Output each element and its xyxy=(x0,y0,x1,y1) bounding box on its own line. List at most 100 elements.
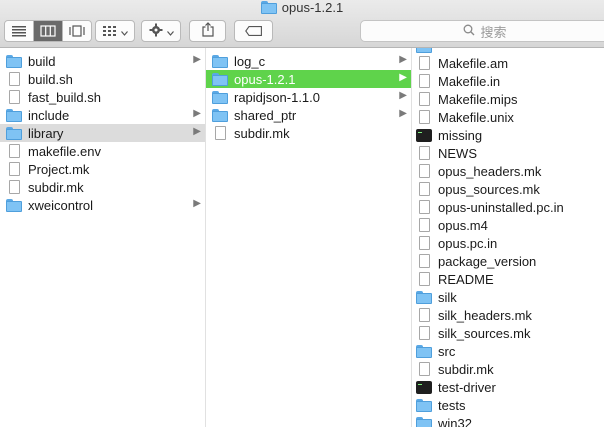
list-item[interactable]: makefile.env xyxy=(0,142,205,160)
list-item[interactable]: library ▶ xyxy=(0,124,205,142)
list-item[interactable]: opus_headers.mk xyxy=(412,162,604,180)
list-item[interactable]: NEWS xyxy=(412,144,604,162)
executable-icon xyxy=(416,128,432,142)
window-title: opus-1.2.1 xyxy=(0,0,604,18)
list-item[interactable]: test-driver xyxy=(412,378,604,396)
list-view-icon[interactable] xyxy=(5,21,33,41)
list-item[interactable]: subdir.mk xyxy=(206,124,411,142)
column-view-icon[interactable] xyxy=(33,21,62,41)
share-icon xyxy=(201,22,214,40)
item-name: silk_headers.mk xyxy=(438,307,532,323)
column-2: log_c ▶ opus-1.2.1 ▶ rapidjson-1.1.0 ▶ shared_… xyxy=(206,48,412,427)
view-mode-segmented-control[interactable] xyxy=(4,20,92,42)
action-button[interactable] xyxy=(141,20,181,42)
list-item[interactable]: opus_sources.mk xyxy=(412,180,604,198)
column-1: build ▶ build.sh fast_build.sh include ▶ libra… xyxy=(0,48,206,427)
list-item[interactable]: shared_ptr ▶ xyxy=(206,106,411,124)
list-item[interactable]: build.sh xyxy=(0,70,205,88)
list-item[interactable]: src xyxy=(412,342,604,360)
item-name: makefile.env xyxy=(28,143,101,159)
document-icon xyxy=(419,362,430,376)
list-item[interactable]: include ▶ xyxy=(0,106,205,124)
item-name: NEWS xyxy=(438,145,477,161)
list-item[interactable]: tests xyxy=(412,396,604,414)
finder-toolbar: opus-1.2.1 搜索 xyxy=(0,0,604,48)
list-item[interactable]: silk_sources.mk xyxy=(412,324,604,342)
document-icon xyxy=(419,110,430,124)
document-icon xyxy=(419,74,430,88)
chevron-right-icon: ▶ xyxy=(193,126,201,137)
folder-icon xyxy=(6,126,22,140)
item-name: library xyxy=(28,125,64,141)
item-name: README xyxy=(438,271,494,287)
list-item[interactable]: subdir.mk xyxy=(412,360,604,378)
chevron-right-icon: ▶ xyxy=(399,108,407,119)
share-button[interactable] xyxy=(189,20,226,42)
list-item[interactable]: Makefile.unix xyxy=(412,108,604,126)
chevron-right-icon: ▶ xyxy=(399,54,407,65)
item-name: include xyxy=(28,107,70,123)
item-name: build.sh xyxy=(28,71,73,87)
item-name: silk_sources.mk xyxy=(438,325,531,341)
list-item[interactable]: xweicontrol ▶ xyxy=(0,196,205,214)
search-field[interactable]: 搜索 xyxy=(360,20,604,42)
item-name: opus.pc.in xyxy=(438,235,498,251)
list-item[interactable]: log_c ▶ xyxy=(206,52,411,70)
folder-icon xyxy=(416,48,432,53)
window-title-text: opus-1.2.1 xyxy=(281,0,344,15)
list-item[interactable]: opus-1.2.1 ▶ xyxy=(206,70,411,88)
item-name: xweicontrol xyxy=(28,197,94,213)
folder-icon xyxy=(212,108,228,122)
chevron-right-icon: ▶ xyxy=(193,108,201,119)
item-name: package_version xyxy=(438,253,537,269)
chevron-right-icon: ▶ xyxy=(399,72,407,83)
list-item[interactable]: win32 xyxy=(412,414,604,427)
item-name: tests xyxy=(438,397,466,413)
list-item[interactable]: build ▶ xyxy=(0,52,205,70)
cover-flow-icon[interactable] xyxy=(62,21,91,41)
list-item[interactable]: silk xyxy=(412,288,604,306)
list-item[interactable]: fast_build.sh xyxy=(0,88,205,106)
list-item[interactable]: rapidjson-1.1.0 ▶ xyxy=(206,88,411,106)
list-item[interactable]: missing xyxy=(412,126,604,144)
folder-icon xyxy=(416,344,432,358)
list-item[interactable]: opus-uninstalled.pc.in xyxy=(412,198,604,216)
item-name: test-driver xyxy=(438,379,496,395)
document-icon xyxy=(419,326,430,340)
item-name: subdir.mk xyxy=(234,125,290,141)
document-icon xyxy=(419,146,430,160)
document-icon xyxy=(419,254,430,268)
chevron-right-icon: ▶ xyxy=(399,90,407,101)
search-placeholder: 搜索 xyxy=(480,24,507,40)
list-item[interactable]: package_version xyxy=(412,252,604,270)
column-3: Makefile.am Makefile.in Makefile.mips Makef… xyxy=(412,48,604,427)
folder-icon xyxy=(212,54,228,68)
folder-icon xyxy=(212,90,228,104)
list-item[interactable]: opus.m4 xyxy=(412,216,604,234)
chevron-down-icon xyxy=(166,24,174,39)
list-item[interactable]: Makefile.mips xyxy=(412,90,604,108)
list-item[interactable]: subdir.mk xyxy=(0,178,205,196)
edit-tags-button[interactable] xyxy=(234,20,273,42)
folder-icon xyxy=(6,54,22,68)
document-icon xyxy=(215,126,226,140)
item-name: subdir.mk xyxy=(28,179,84,195)
item-name: win32 xyxy=(438,415,472,427)
list-item[interactable]: Makefile.am xyxy=(412,54,604,72)
item-name: src xyxy=(438,343,456,359)
document-icon xyxy=(419,272,430,286)
item-name: silk xyxy=(438,289,457,305)
list-item[interactable]: Makefile.in xyxy=(412,72,604,90)
document-icon xyxy=(9,162,20,176)
document-icon xyxy=(9,144,20,158)
list-item[interactable]: Project.mk xyxy=(0,160,205,178)
item-name: Project.mk xyxy=(28,161,90,177)
document-icon xyxy=(419,92,430,106)
folder-icon xyxy=(260,1,277,17)
list-item[interactable]: opus.pc.in xyxy=(412,234,604,252)
folder-icon xyxy=(416,416,432,427)
list-item[interactable]: README xyxy=(412,270,604,288)
list-item[interactable]: silk_headers.mk xyxy=(412,306,604,324)
arrange-button[interactable] xyxy=(95,20,135,42)
item-name: opus_headers.mk xyxy=(438,163,542,179)
